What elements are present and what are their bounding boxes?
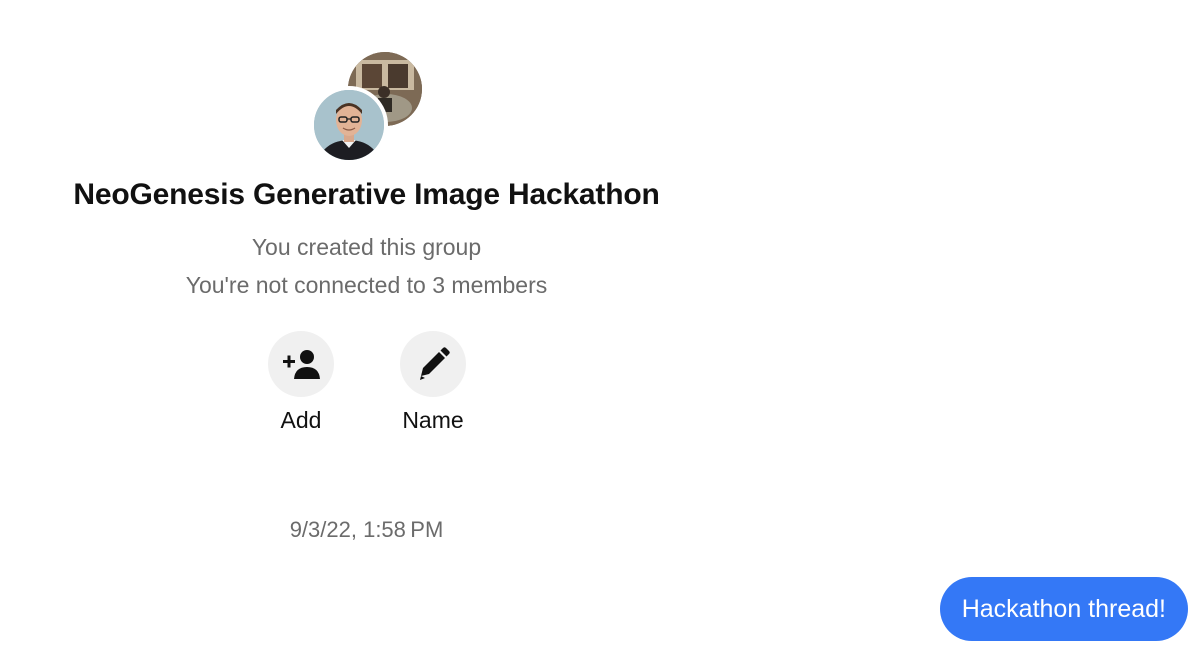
rename-group-action[interactable]: Name xyxy=(368,331,498,434)
message-timestamp: 9/3/22, 1:58 PM xyxy=(289,517,444,542)
connection-note: You're not connected to 3 members xyxy=(185,272,548,298)
rename-group-button[interactable] xyxy=(400,331,466,397)
member-avatar-photo xyxy=(310,86,388,164)
pencil-icon xyxy=(420,347,450,380)
add-label: Add xyxy=(280,407,322,433)
group-avatar-stack[interactable] xyxy=(310,52,426,168)
add-member-button[interactable] xyxy=(268,331,334,397)
name-label: Name xyxy=(402,407,464,433)
add-person-icon xyxy=(283,350,320,379)
sent-message-bubble[interactable]: Hackathon thread! xyxy=(939,577,1188,641)
conversation-view: NeoGenesis Generative Image Hackathon Yo… xyxy=(0,0,1200,664)
group-title: NeoGenesis Generative Image Hackathon xyxy=(73,178,660,211)
group-created-note: You created this group xyxy=(251,234,482,260)
add-member-action[interactable]: Add xyxy=(236,331,366,434)
message-text: Hackathon thread! xyxy=(961,594,1166,623)
